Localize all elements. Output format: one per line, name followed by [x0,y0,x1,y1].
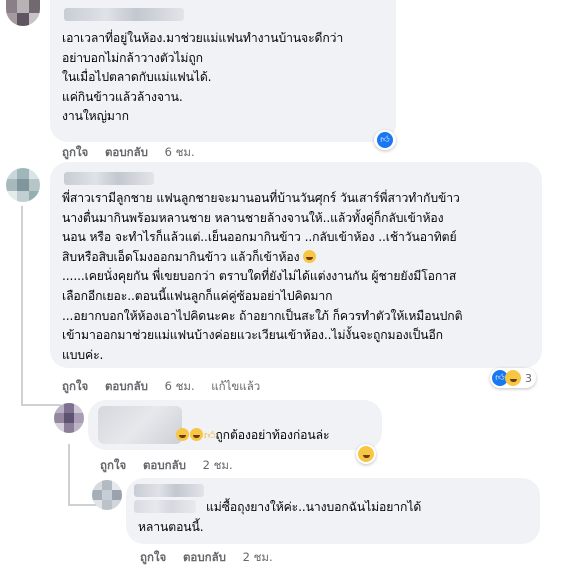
reply-button[interactable]: ตอบกลับ [105,144,148,162]
reaction-summary[interactable]: 👍︎ [374,130,396,150]
comment-text: พี่สาวเรามีลูกชาย แฟนลูกชายจะมานอนที่บ้า… [62,191,463,362]
haha-icon [505,370,521,386]
timestamp[interactable]: 2 ชม. [243,549,273,567]
comment-actions: ถูกใจ ตอบกลับ 6 ชม. แก้ไขแล้ว [62,378,273,396]
comment-actions: ถูกใจ ตอบกลับ 6 ชม. [62,144,208,162]
reaction-count: 3 [525,371,532,385]
thread-line [21,206,23,406]
laughing-emoji-icon [190,428,203,441]
comment-bubble: แม่ซื้อถุงยางให้ค่ะ..นางบอกฉันไม่อยากได้… [126,478,540,544]
like-button[interactable]: ถูกใจ [140,549,166,567]
reaction-summary[interactable] [356,444,376,464]
reaction-summary[interactable]: 👍︎ 3 [490,368,536,388]
thumbs-up-icon: 👍︎ [204,429,216,442]
author-name[interactable] [134,484,204,497]
author-name[interactable] [64,8,184,21]
comment-actions: ถูกใจ ตอบกลับ 2 ชม. [100,457,246,475]
comment-text: แม่ซื้อถุงยางให้ค่ะ..นางบอกฉันไม่อยากได้ [206,500,422,514]
comment-bubble: 👍︎ถูกต้องอย่าท้องก่อนล่ะ [88,400,382,450]
haha-icon [358,446,374,462]
comment-bubble: เอาเวลาที่อยู่ในห้อง.มาช่วยแม่แฟนทำงานบ้… [50,0,396,142]
like-button[interactable]: ถูกใจ [62,378,88,396]
thread-line [21,404,61,406]
like-button[interactable]: ถูกใจ [62,144,88,162]
timestamp[interactable]: 6 ชม. [165,144,195,162]
avatar[interactable] [92,480,122,510]
comment-text-continued: หลานตอนนี้. [138,520,204,534]
comment-bubble: พี่สาวเรามีลูกชาย แฟนลูกชายจะมานอนที่บ้า… [50,162,542,368]
reply-button[interactable]: ตอบกลับ [183,549,226,567]
avatar[interactable] [6,168,40,202]
avatar[interactable] [54,403,84,433]
timestamp[interactable]: 2 ชม. [203,457,233,475]
avatar[interactable] [6,0,40,26]
like-button[interactable]: ถูกใจ [100,457,126,475]
comment-text: เอาเวลาที่อยู่ในห้อง.มาช่วยแม่แฟนทำงานบ้… [62,31,344,124]
reply-button[interactable]: ตอบกลับ [143,457,186,475]
thread-line [68,444,70,506]
like-icon: 👍︎ [377,132,393,148]
author-name-blur [134,500,196,513]
grinning-emoji-icon [303,249,317,263]
author-name[interactable] [64,172,154,185]
author-name[interactable] [98,406,182,444]
comment-text: 👍︎ถูกต้องอย่าท้องก่อนล่ะ [176,426,330,446]
edited-label[interactable]: แก้ไขแล้ว [211,378,260,396]
comment-actions: ถูกใจ ตอบกลับ 2 ชม. [140,549,286,567]
reply-button[interactable]: ตอบกลับ [105,378,148,396]
laughing-emoji-icon [176,428,189,441]
timestamp[interactable]: 6 ชม. [165,378,195,396]
